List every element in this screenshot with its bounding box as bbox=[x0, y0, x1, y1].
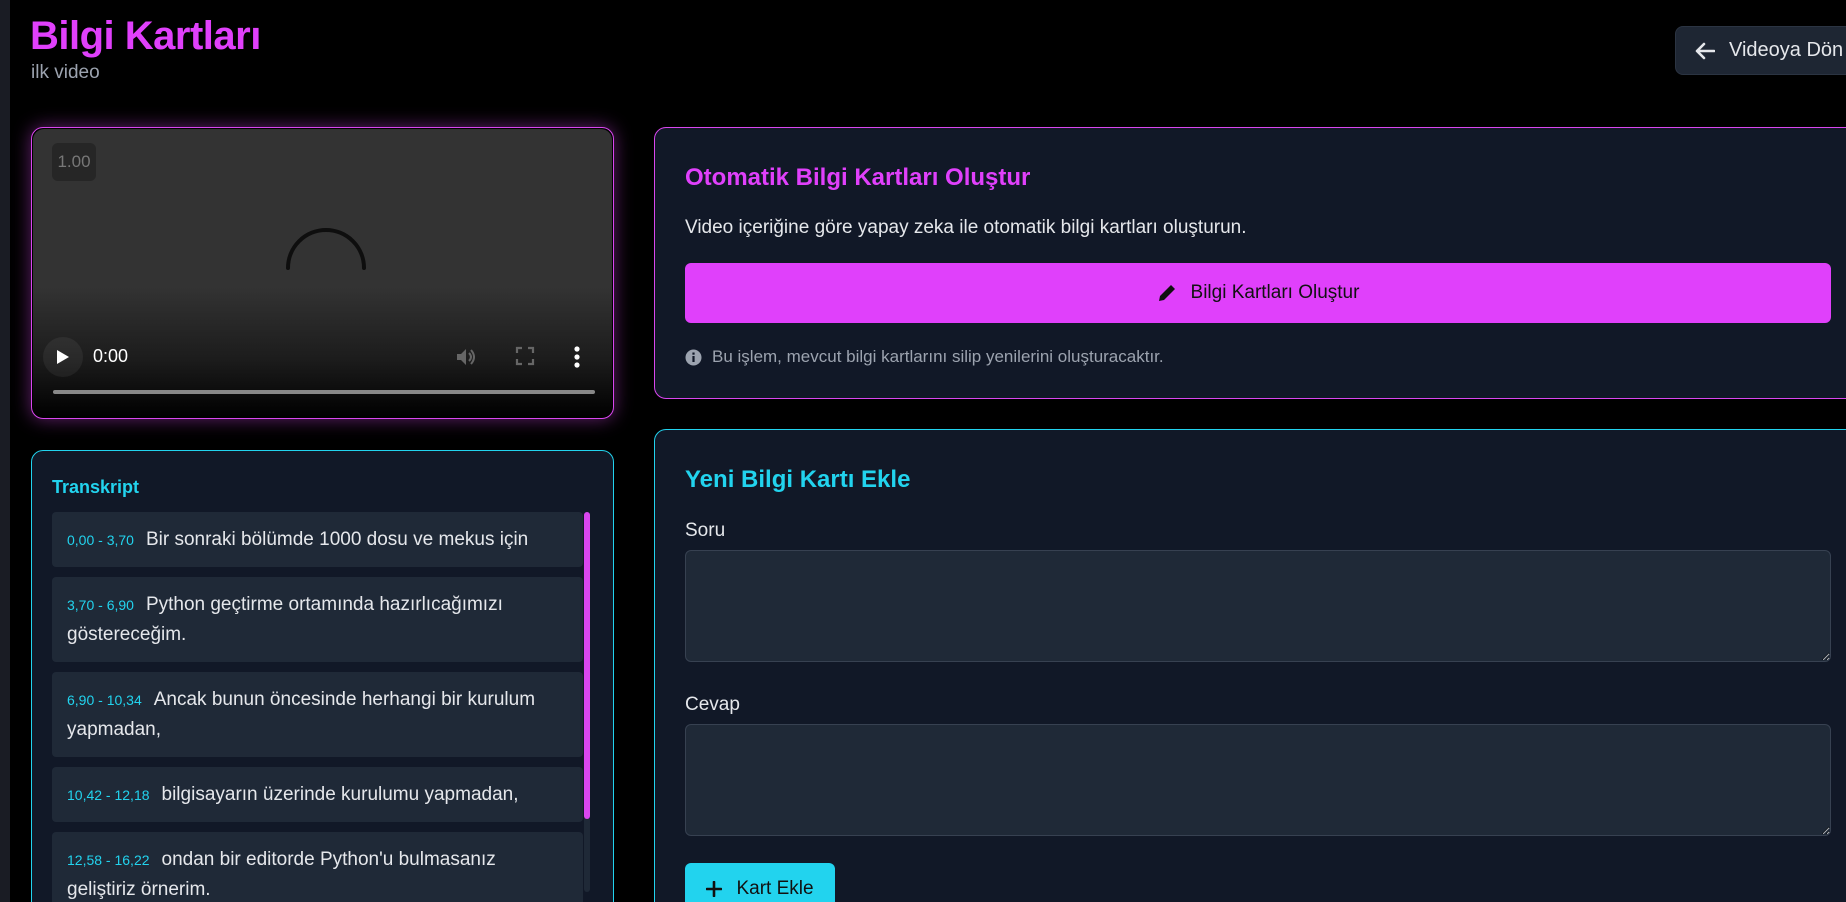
play-icon bbox=[57, 350, 69, 364]
question-input[interactable] bbox=[685, 550, 1831, 662]
generate-cards-button[interactable]: Bilgi Kartları Oluştur bbox=[685, 263, 1831, 323]
new-card-form: Yeni Bilgi Kartı Ekle Soru Cevap Kart Ek… bbox=[654, 429, 1846, 902]
volume-icon[interactable] bbox=[454, 345, 478, 369]
new-card-title: Yeni Bilgi Kartı Ekle bbox=[685, 466, 911, 493]
transcript-segment[interactable]: 12,58 - 16,22 ondan bir editorde Python'u… bbox=[52, 832, 583, 902]
transcript-scroll-thumb[interactable] bbox=[584, 512, 590, 819]
transcript-segment[interactable]: 0,00 - 3,70 Bir sonraki bölümde 1000 dosu… bbox=[52, 512, 583, 567]
transcript-title: Transkript bbox=[52, 477, 140, 497]
more-options-icon[interactable] bbox=[573, 345, 581, 369]
video-progress-bar[interactable] bbox=[53, 390, 595, 394]
segment-time: 3,70 - 6,90 bbox=[67, 597, 134, 613]
auto-generate-title: Otomatik Bilgi Kartları Oluştur bbox=[685, 164, 1031, 191]
transcript-segment[interactable]: 6,90 - 10,34 Ancak bunun öncesinde herhan… bbox=[52, 672, 583, 757]
segment-time: 10,42 - 12,18 bbox=[67, 787, 150, 803]
transcript-segment[interactable]: 10,42 - 12,18 bilgisayarın üzerinde kurul… bbox=[52, 767, 583, 822]
transcript-panel: Transkript 0,00 - 3,70 Bir sonraki bölümd… bbox=[31, 450, 614, 902]
page-subtitle: ilk video bbox=[31, 62, 100, 83]
auto-generate-card: Otomatik Bilgi Kartları Oluştur Video iç… bbox=[654, 127, 1846, 399]
pencil-icon bbox=[1158, 285, 1175, 301]
transcript-segment[interactable]: 3,70 - 6,90 Python geçtirme ortamında haz… bbox=[52, 577, 583, 662]
back-button-label: Videoya Dön bbox=[1729, 39, 1844, 61]
current-time: 0:00 bbox=[93, 346, 129, 366]
segment-time: 0,00 - 3,70 bbox=[67, 532, 134, 548]
generate-button-label: Bilgi Kartları Oluştur bbox=[1190, 282, 1360, 303]
arrow-left-icon bbox=[1695, 42, 1715, 59]
transcript-list: 0,00 - 3,70 Bir sonraki bölümde 1000 dosu… bbox=[52, 512, 583, 902]
plus-icon bbox=[706, 881, 723, 897]
video-player[interactable]: 1.00 0:00 bbox=[31, 127, 614, 419]
page-title: Bilgi Kartları bbox=[30, 14, 261, 58]
left-edge-strip bbox=[0, 0, 10, 902]
auto-generate-note: Bu işlem, mevcut bilgi kartlarını silip … bbox=[685, 347, 1164, 367]
auto-note-text: Bu işlem, mevcut bilgi kartlarını silip … bbox=[712, 347, 1164, 366]
playback-speed-badge[interactable]: 1.00 bbox=[52, 143, 96, 181]
segment-text: Bir sonraki bölümde 1000 dosu ve mekus i… bbox=[145, 529, 529, 550]
segment-text: bilgisayarın üzerinde kurulumu yapmadan, bbox=[161, 784, 519, 805]
back-to-video-button[interactable]: Videoya Dön bbox=[1675, 26, 1846, 75]
fullscreen-icon[interactable] bbox=[515, 346, 535, 366]
question-label: Soru bbox=[685, 520, 726, 541]
add-card-button[interactable]: Kart Ekle bbox=[685, 863, 835, 902]
video-surface[interactable]: 1.00 0:00 bbox=[33, 129, 612, 417]
info-icon bbox=[685, 349, 702, 365]
segment-time: 6,90 - 10,34 bbox=[67, 692, 142, 708]
add-card-label: Kart Ekle bbox=[736, 878, 814, 899]
transcript-scrollbar[interactable] bbox=[584, 512, 590, 892]
answer-input[interactable] bbox=[685, 724, 1831, 836]
play-button[interactable] bbox=[43, 337, 83, 377]
answer-label: Cevap bbox=[685, 694, 740, 715]
segment-time: 12,58 - 16,22 bbox=[67, 852, 150, 868]
loading-spinner-icon bbox=[286, 228, 366, 270]
video-controls: 0:00 bbox=[33, 337, 612, 377]
auto-generate-description: Video içeriğine göre yapay zeka ile otom… bbox=[685, 217, 1247, 238]
